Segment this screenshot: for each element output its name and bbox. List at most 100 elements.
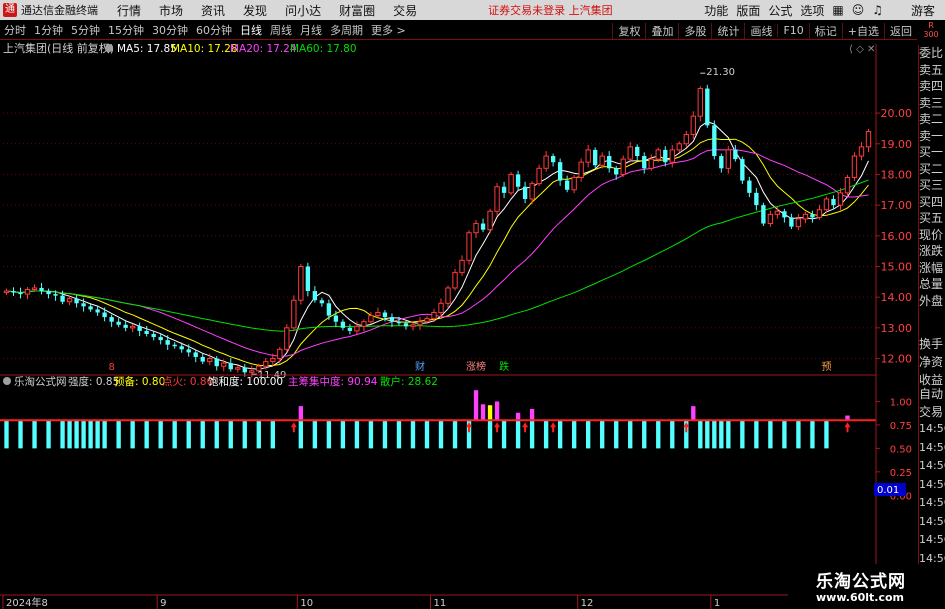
candle-body-down[interactable] bbox=[501, 186, 507, 193]
candle-body-down[interactable] bbox=[11, 291, 16, 293]
signal-bar-yellow[interactable] bbox=[487, 405, 493, 421]
signal-bar-magenta[interactable] bbox=[480, 404, 486, 421]
candle-body-down[interactable] bbox=[389, 317, 395, 322]
candle-body-down[interactable] bbox=[39, 287, 44, 292]
candle-body-down[interactable] bbox=[109, 317, 114, 322]
signal-bar-cyan[interactable] bbox=[628, 420, 633, 449]
candle-body-down[interactable] bbox=[340, 321, 346, 328]
signal-bar-cyan[interactable] bbox=[529, 420, 535, 449]
signal-bar-cyan[interactable] bbox=[614, 420, 619, 449]
indicator-settings-icon[interactable] bbox=[105, 44, 113, 52]
signal-bar-cyan[interactable] bbox=[270, 420, 275, 449]
candle-body-up[interactable] bbox=[627, 146, 633, 160]
signal-bar-cyan[interactable] bbox=[705, 420, 710, 449]
candle-body-down[interactable] bbox=[60, 295, 65, 302]
candle-body-down[interactable] bbox=[593, 149, 598, 166]
candle-body-down[interactable] bbox=[319, 300, 325, 304]
tool-add-watchlist[interactable]: +自选 bbox=[841, 22, 884, 39]
grid-icon[interactable]: ▦ bbox=[828, 3, 847, 17]
candle-body-down[interactable] bbox=[214, 358, 219, 367]
candle-body-up[interactable] bbox=[466, 232, 472, 261]
candle-body-up[interactable] bbox=[368, 315, 374, 323]
candle-body-up[interactable] bbox=[697, 88, 703, 117]
candle-body-up[interactable] bbox=[424, 318, 430, 323]
menu-options[interactable]: 选项 bbox=[796, 2, 828, 19]
signal-bar-cyan[interactable] bbox=[396, 420, 402, 449]
signal-bar-cyan[interactable] bbox=[712, 420, 717, 449]
candle-body-down[interactable] bbox=[186, 349, 191, 353]
candle-body-up[interactable] bbox=[207, 358, 213, 363]
candle-body-down[interactable] bbox=[635, 146, 640, 157]
signal-bar-cyan[interactable] bbox=[74, 420, 79, 449]
signal-bar-cyan[interactable] bbox=[32, 420, 37, 449]
signal-bar-cyan[interactable] bbox=[144, 420, 149, 449]
candle-body-down[interactable] bbox=[102, 312, 107, 318]
candle-body-down[interactable] bbox=[747, 180, 752, 193]
candle-body-down[interactable] bbox=[305, 266, 311, 292]
candle-body-down[interactable] bbox=[179, 346, 184, 350]
signal-bar-cyan[interactable] bbox=[487, 420, 493, 449]
candle-body-down[interactable] bbox=[396, 321, 402, 324]
candle-body-up[interactable] bbox=[452, 272, 458, 289]
candle-body-down[interactable] bbox=[74, 298, 79, 304]
menu-layout[interactable]: 版面 bbox=[732, 2, 764, 19]
candle-body-down[interactable] bbox=[480, 223, 486, 230]
candle-body-down[interactable] bbox=[782, 211, 787, 218]
signal-bar-cyan[interactable] bbox=[242, 420, 247, 449]
signal-bar-cyan[interactable] bbox=[543, 420, 549, 449]
candle-body-up[interactable] bbox=[277, 348, 283, 360]
menu-market[interactable]: 市场 bbox=[150, 2, 192, 19]
signal-bar-cyan[interactable] bbox=[60, 420, 65, 449]
candle-body-up[interactable] bbox=[459, 259, 465, 274]
candle-body-up[interactable] bbox=[249, 370, 255, 373]
signal-bar-cyan[interactable] bbox=[298, 420, 304, 449]
period-more[interactable]: 更多 > bbox=[367, 22, 410, 38]
candle-body-up[interactable] bbox=[725, 149, 732, 169]
period-15min[interactable]: 15分钟 bbox=[104, 22, 148, 38]
signal-bar-cyan[interactable] bbox=[719, 420, 724, 449]
tool-f10[interactable]: F10 bbox=[777, 24, 808, 37]
candle-body-down[interactable] bbox=[789, 217, 794, 227]
candle-body-up[interactable] bbox=[235, 367, 241, 370]
candle-body-up[interactable] bbox=[802, 213, 809, 220]
signal-bar-cyan[interactable] bbox=[354, 420, 360, 449]
candle-body-down[interactable] bbox=[607, 156, 612, 169]
signal-bar-cyan[interactable] bbox=[642, 420, 647, 449]
candle-body-up[interactable] bbox=[536, 167, 542, 185]
signal-bar-cyan[interactable] bbox=[18, 420, 23, 449]
candle-body-down[interactable] bbox=[228, 363, 233, 370]
signal-bar-magenta[interactable] bbox=[515, 412, 521, 421]
candle-body-up[interactable] bbox=[837, 192, 844, 206]
signal-bar-cyan[interactable] bbox=[557, 420, 563, 449]
signal-bar-cyan[interactable] bbox=[656, 420, 661, 449]
signal-bar-cyan[interactable] bbox=[368, 420, 374, 449]
candle-body-down[interactable] bbox=[740, 159, 745, 181]
candle-body-down[interactable] bbox=[663, 149, 668, 163]
candle-body-up[interactable] bbox=[410, 324, 416, 327]
candle-body-up[interactable] bbox=[417, 321, 423, 326]
signal-bar-cyan[interactable] bbox=[600, 420, 605, 449]
candle-body-down[interactable] bbox=[522, 186, 528, 199]
candle-body-up[interactable] bbox=[3, 290, 10, 294]
signal-bar-cyan[interactable] bbox=[228, 420, 233, 449]
signal-bar-cyan[interactable] bbox=[515, 420, 521, 449]
menu-wealth[interactable]: 财富圈 bbox=[330, 2, 384, 19]
candle-body-up[interactable] bbox=[578, 161, 584, 179]
signal-bar-cyan[interactable] bbox=[452, 420, 458, 449]
signal-bar-cyan[interactable] bbox=[4, 420, 9, 449]
candle-body-down[interactable] bbox=[326, 303, 332, 316]
signal-bar-cyan[interactable] bbox=[740, 420, 745, 449]
candle-body-down[interactable] bbox=[712, 125, 717, 157]
candle-body-up[interactable] bbox=[816, 209, 823, 218]
guest-label[interactable]: 游客 bbox=[907, 2, 939, 19]
candle-body-up[interactable] bbox=[571, 177, 577, 191]
signal-bar-magenta[interactable] bbox=[494, 401, 500, 421]
candle-body-down[interactable] bbox=[761, 205, 766, 224]
period-5min[interactable]: 5分钟 bbox=[67, 22, 104, 38]
bell-icon[interactable]: ♫ bbox=[868, 3, 887, 17]
tool-multi-stock[interactable]: 多股 bbox=[678, 22, 711, 39]
candle-body-down[interactable] bbox=[333, 315, 339, 322]
signal-bar-cyan[interactable] bbox=[586, 420, 591, 449]
candle-body-down[interactable] bbox=[200, 356, 205, 362]
menu-ask[interactable]: 问小达 bbox=[276, 2, 330, 19]
